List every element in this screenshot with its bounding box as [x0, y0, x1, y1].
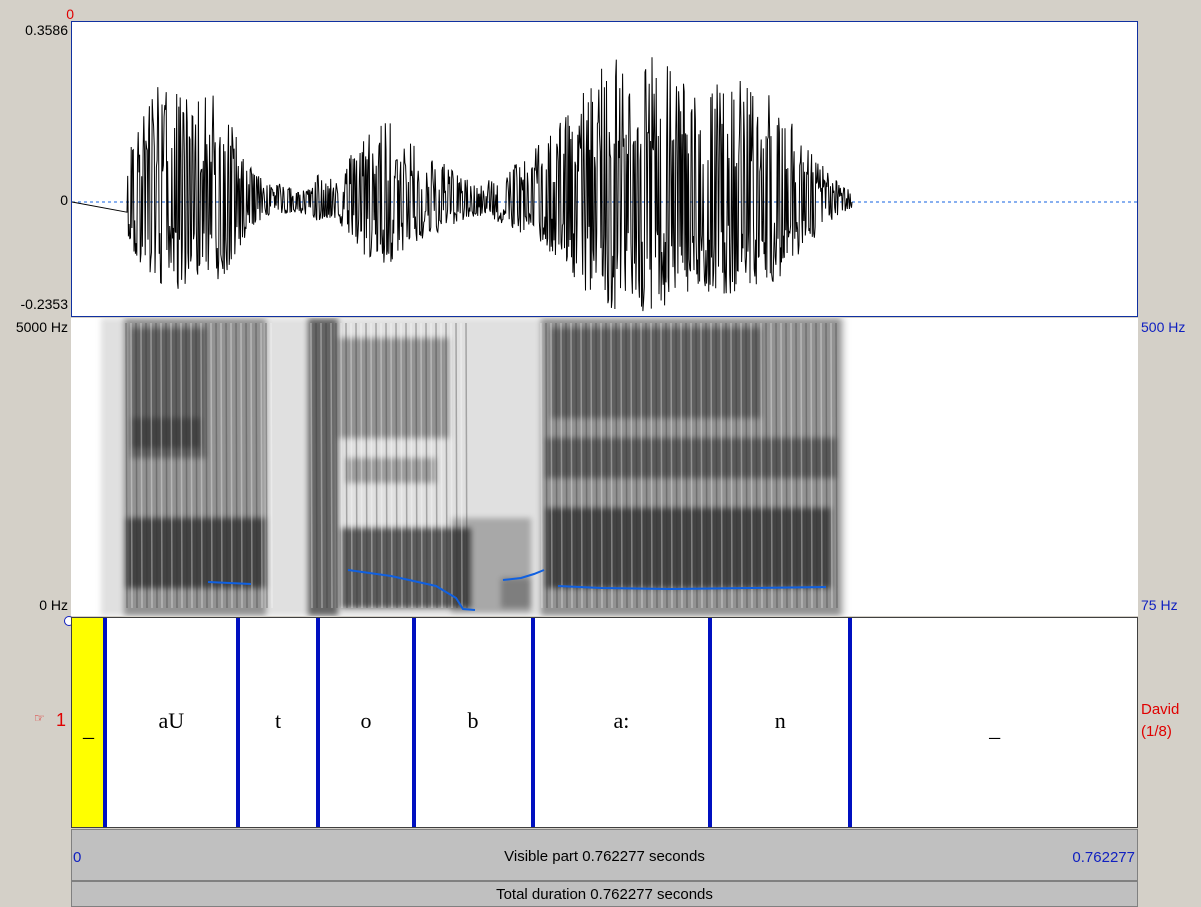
- interval-boundary[interactable]: [708, 618, 713, 827]
- visible-part-bar[interactable]: 0 Visible part 0.762277 seconds 0.762277: [71, 829, 1138, 881]
- spectrogram-top-freq-label: 5000 Hz: [15, 319, 68, 335]
- visible-part-text: Visible part 0.762277 seconds: [504, 848, 705, 865]
- tier-position-label: (1/8): [1141, 723, 1172, 740]
- spectrogram-panel[interactable]: [71, 318, 1138, 616]
- pitch-top-label: 500 Hz: [1141, 319, 1186, 335]
- waveform-panel[interactable]: [71, 21, 1138, 317]
- interval-label[interactable]: _: [83, 716, 94, 742]
- total-duration-bar[interactable]: Total duration 0.762277 seconds: [71, 881, 1138, 907]
- total-duration-text: Total duration 0.762277 seconds: [496, 886, 713, 903]
- waveform-trace: [72, 57, 853, 312]
- interval-label[interactable]: a:: [613, 708, 629, 734]
- interval-boundary[interactable]: [102, 618, 107, 827]
- waveform-plot[interactable]: [72, 22, 1137, 316]
- interval-boundary[interactable]: [316, 618, 321, 827]
- amplitude-max-label: 0.3586: [25, 22, 68, 38]
- interval-label[interactable]: n: [775, 708, 786, 734]
- text-grid-tier[interactable]: _ aU t o b a: n _: [71, 617, 1138, 828]
- tier-name-label: David: [1141, 701, 1180, 718]
- interval-boundary[interactable]: [530, 618, 535, 827]
- interval-boundary[interactable]: [411, 618, 416, 827]
- interval-label[interactable]: aU: [159, 708, 185, 734]
- visible-end-label: 0.762277: [1072, 849, 1135, 866]
- interval-label[interactable]: _: [989, 716, 1000, 742]
- cursor-value-label: 0: [66, 6, 74, 22]
- spectrogram-plot[interactable]: [71, 318, 1138, 616]
- amplitude-min-label: -0.2353: [20, 296, 68, 312]
- interval-label[interactable]: b: [468, 708, 479, 734]
- tier-number-label[interactable]: 1: [56, 710, 66, 731]
- pitch-bottom-label: 75 Hz: [1141, 597, 1178, 613]
- spectrogram-bottom-freq-label: 0 Hz: [39, 597, 68, 613]
- interval-boundary[interactable]: [848, 618, 853, 827]
- interval-boundary[interactable]: [235, 618, 240, 827]
- interval-label[interactable]: o: [360, 708, 371, 734]
- tier-pointer-icon: ☞: [34, 711, 45, 725]
- interval-label[interactable]: t: [275, 708, 281, 734]
- amplitude-zero-label: 0: [60, 192, 68, 208]
